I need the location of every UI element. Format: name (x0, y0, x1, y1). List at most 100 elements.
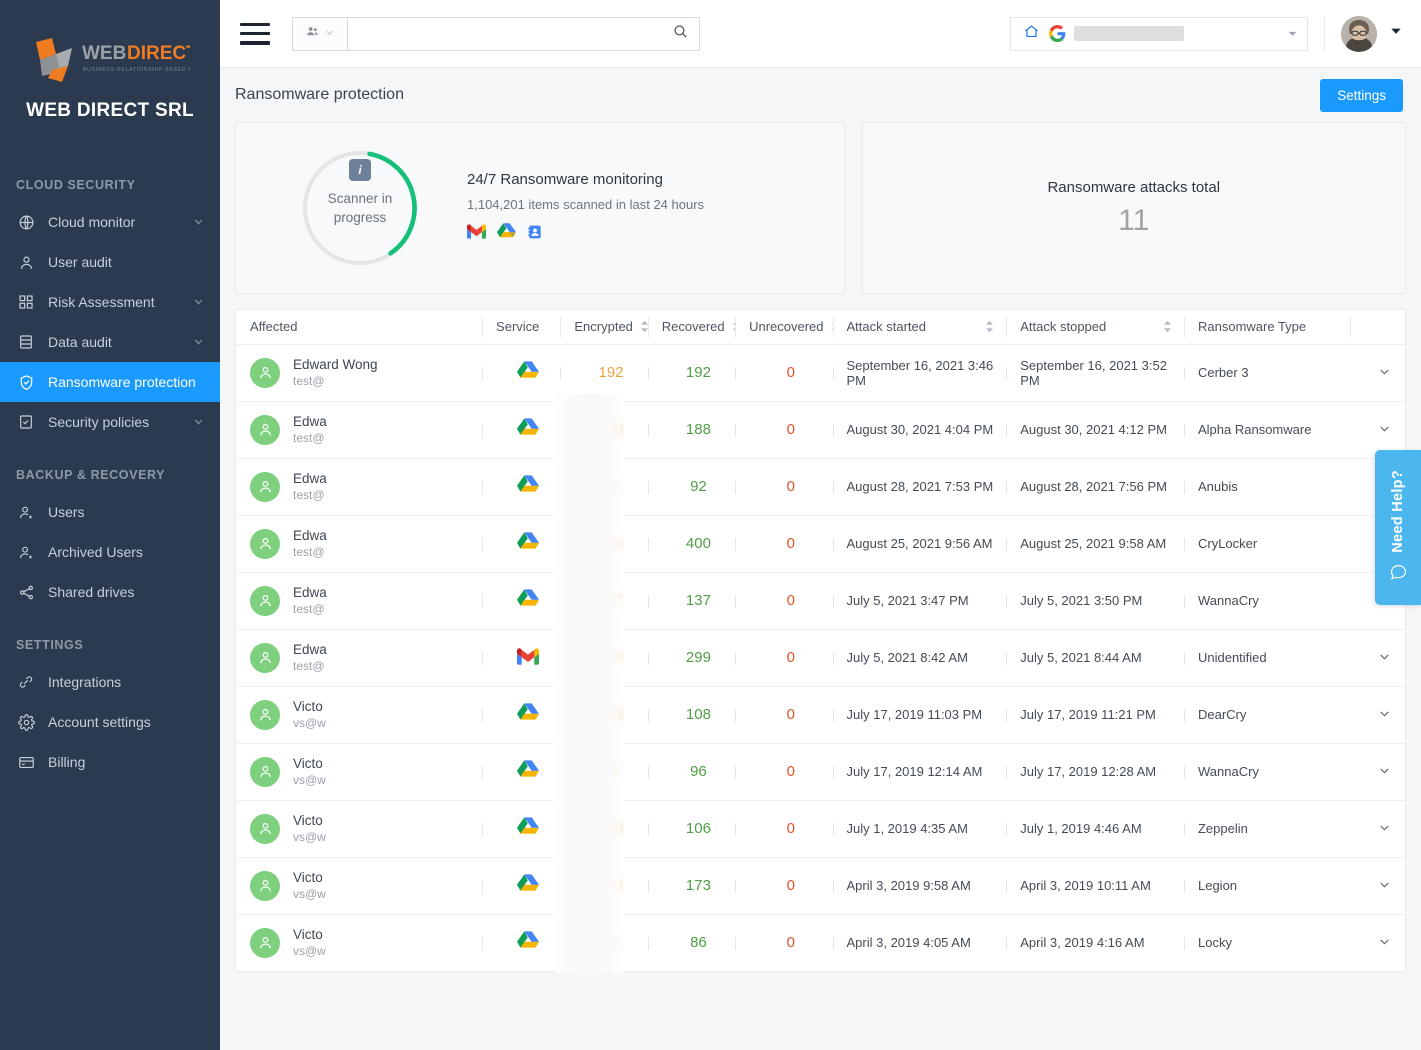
chevron-down-icon (192, 295, 206, 309)
google-drive-icon (517, 426, 539, 441)
row-expand-button[interactable] (1350, 344, 1405, 401)
cell-unrecovered: 0 (735, 572, 832, 629)
profile-caret-down-icon[interactable] (1389, 24, 1403, 43)
search-input[interactable] (360, 26, 672, 41)
cell-affected: Edward Wongtest@ (236, 344, 482, 401)
cell-unrecovered: 0 (735, 914, 832, 971)
cell-ransomware-type: CryLocker (1184, 515, 1350, 572)
sidebar-item-shared-drives[interactable]: Shared drives (0, 572, 220, 612)
row-expand-button[interactable] (1350, 743, 1405, 800)
table-row[interactable]: Edward Wongtest@1921920September 16, 202… (236, 344, 1405, 401)
avatar (250, 871, 280, 901)
cell-attack-stopped: August 30, 2021 4:12 PM (1006, 401, 1184, 458)
google-drive-icon (517, 369, 539, 384)
sidebar-item-cloud-monitor[interactable]: Cloud monitor (0, 202, 220, 242)
sidebar-item-archived-users[interactable]: Archived Users (0, 532, 220, 572)
cell-encrypted: 173 (560, 857, 647, 914)
chevron-down-icon (192, 335, 206, 349)
table-row[interactable]: Edwatest@1371370July 5, 2021 3:47 PMJuly… (236, 572, 1405, 629)
table-body: Edward Wongtest@1921920September 16, 202… (236, 344, 1405, 971)
avatar[interactable] (1341, 16, 1377, 52)
scanner-status-line1: Scanner in (328, 189, 393, 208)
search-icon[interactable] (672, 23, 689, 45)
chevron-down-icon (192, 415, 206, 429)
user-archive-icon (16, 542, 36, 562)
user-name: Victo (293, 927, 323, 942)
domain-selector[interactable] (1010, 17, 1308, 51)
table-row[interactable]: Victovs@w1061060July 1, 2019 4:35 AMJuly… (236, 800, 1405, 857)
user-email: test@ (293, 374, 325, 388)
sidebar-item-billing[interactable]: Billing (0, 742, 220, 782)
table-row[interactable]: Victovs@w96960July 17, 2019 12:14 AMJuly… (236, 743, 1405, 800)
user-email: vs@w (293, 944, 326, 958)
sidebar-item-label: Security policies (48, 414, 192, 430)
sort-icon[interactable] (985, 320, 994, 333)
row-expand-button[interactable] (1350, 800, 1405, 857)
sort-icon[interactable] (1163, 320, 1172, 333)
table-row[interactable]: Edwatest@4004000August 25, 2021 9:56 AMA… (236, 515, 1405, 572)
row-expand-button[interactable] (1350, 629, 1405, 686)
user-name: Edwa (293, 528, 327, 543)
avatar (250, 700, 280, 730)
cell-service (482, 743, 560, 800)
cell-encrypted: 96 (560, 743, 647, 800)
chevron-down-icon (192, 215, 206, 229)
cell-affected: Edwatest@ (236, 515, 482, 572)
table-row[interactable]: Edwatest@92920August 28, 2021 7:53 PMAug… (236, 458, 1405, 515)
user-email: test@ (293, 488, 325, 502)
cell-encrypted: 108 (560, 686, 647, 743)
cell-service (482, 800, 560, 857)
sidebar-item-data-audit[interactable]: Data audit (0, 322, 220, 362)
col-label: Attack started (847, 319, 926, 334)
attacks-table-wrap: Affected Service Encrypted Recovered Unr… (235, 309, 1406, 972)
cell-affected: Edwatest@ (236, 401, 482, 458)
col-label: Unrecovered (749, 319, 823, 334)
table-row[interactable]: Victovs@w1731730April 3, 2019 9:58 AMApr… (236, 857, 1405, 914)
cell-attack-started: August 30, 2021 4:04 PM (833, 401, 1007, 458)
table-row[interactable]: Edwatest@1881880August 30, 2021 4:04 PMA… (236, 401, 1405, 458)
col-attack-started[interactable]: Attack started (833, 310, 1007, 344)
cell-unrecovered: 0 (735, 344, 832, 401)
attacks-total-value: 11 (1047, 204, 1220, 238)
user-email: vs@w (293, 773, 326, 787)
sidebar-item-security-policies[interactable]: Security policies (0, 402, 220, 442)
hamburger-icon[interactable] (240, 23, 270, 45)
row-expand-button[interactable] (1350, 914, 1405, 971)
col-recovered[interactable]: Recovered (648, 310, 735, 344)
cell-attack-started: April 3, 2019 4:05 AM (833, 914, 1007, 971)
cell-affected: Victovs@w (236, 800, 482, 857)
chat-bubble-icon (1389, 563, 1408, 585)
cell-attack-started: July 1, 2019 4:35 AM (833, 800, 1007, 857)
sidebar-item-label: Integrations (48, 674, 206, 690)
table-row[interactable]: Victovs@w1081080July 17, 2019 11:03 PMJu… (236, 686, 1405, 743)
col-unrecovered[interactable]: Unrecovered (735, 310, 832, 344)
col-attack-stopped[interactable]: Attack stopped (1006, 310, 1184, 344)
nav-list-backup-recovery: Users Archived Users Shared drives (0, 492, 220, 612)
row-expand-button[interactable] (1350, 857, 1405, 914)
cell-recovered: 188 (648, 401, 735, 458)
settings-button[interactable]: Settings (1320, 79, 1403, 112)
shield-check-icon (16, 372, 36, 392)
link-icon (16, 672, 36, 692)
col-encrypted[interactable]: Encrypted (560, 310, 647, 344)
sidebar-item-integrations[interactable]: Integrations (0, 662, 220, 702)
avatar (250, 415, 280, 445)
user-icon (16, 252, 36, 272)
search-scope-dropdown[interactable] (292, 17, 348, 51)
need-help-tab[interactable]: Need Help? (1375, 450, 1421, 605)
sidebar-item-users[interactable]: Users (0, 492, 220, 532)
user-email: vs@w (293, 830, 326, 844)
cell-ransomware-type: Cerber 3 (1184, 344, 1350, 401)
user-name: Edwa (293, 642, 327, 657)
sidebar-item-risk-assessment[interactable]: Risk Assessment (0, 282, 220, 322)
table-row[interactable]: Victovs@w86860April 3, 2019 4:05 AMApril… (236, 914, 1405, 971)
sidebar-item-label: Ransomware protection (48, 374, 206, 390)
cell-ransomware-type: Zeppelin (1184, 800, 1350, 857)
sidebar-item-ransomware-protection[interactable]: Ransomware protection (0, 362, 220, 402)
table-row[interactable]: Edwatest@2992990July 5, 2021 8:42 AMJuly… (236, 629, 1405, 686)
sidebar-item-account-settings[interactable]: Account settings (0, 702, 220, 742)
row-expand-button[interactable] (1350, 686, 1405, 743)
google-drive-icon (517, 483, 539, 498)
sidebar-item-user-audit[interactable]: User audit (0, 242, 220, 282)
nav-group-settings: SETTINGS (0, 638, 220, 652)
